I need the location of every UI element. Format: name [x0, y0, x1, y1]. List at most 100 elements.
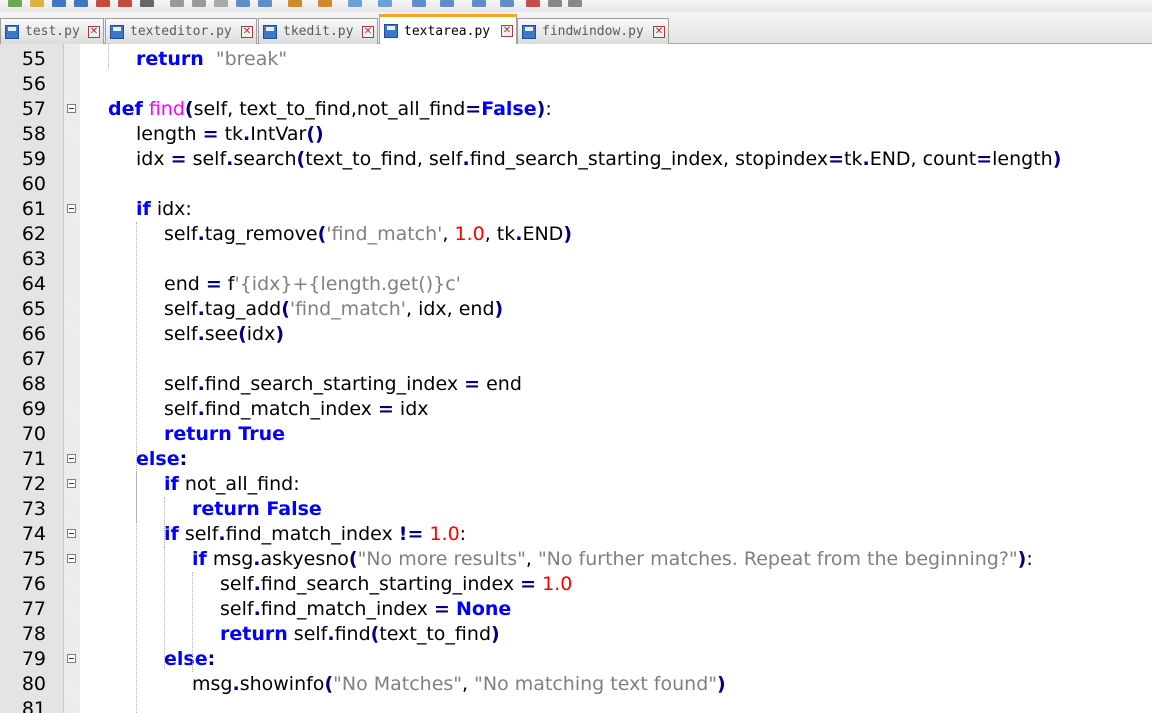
save-file-icon — [5, 24, 19, 39]
code-line[interactable]: 62 self.tag_remove('find_match', 1.0, tk.… — [0, 222, 1152, 247]
zoom-in-icon[interactable] — [348, 0, 362, 7]
code-line[interactable]: 63 — [0, 247, 1152, 272]
word-wrap-icon[interactable] — [440, 0, 454, 7]
code-token: = — [464, 373, 481, 395]
sync-scroll-icon[interactable] — [412, 0, 426, 7]
code-token: , idx, end — [406, 298, 495, 320]
code-token: tag_add — [204, 298, 282, 320]
code-token: find_search_starting_index, stopindex — [469, 148, 829, 170]
code-line[interactable]: 71 else: — [0, 447, 1152, 472]
line-number: 71 — [21, 448, 46, 470]
undo-icon[interactable] — [236, 0, 250, 7]
fold-collapse-icon[interactable] — [67, 529, 76, 538]
play-macro-icon[interactable] — [568, 0, 582, 7]
code-token: msg — [206, 548, 254, 570]
code-line[interactable]: 59 idx = self.search(text_to_find, self.f… — [0, 147, 1152, 172]
code-line[interactable]: 72 if not_all_find: — [0, 472, 1152, 497]
tab-close-icon[interactable]: ✕ — [362, 25, 374, 38]
close-all-icon[interactable] — [118, 0, 132, 7]
tab-close-icon[interactable]: ✕ — [653, 25, 665, 38]
new-file-icon[interactable] — [8, 0, 22, 7]
code-token: 'find_match' — [326, 223, 443, 245]
tab-texteditor-py[interactable]: texteditor.py ✕ — [105, 18, 257, 44]
tab-tkedit-py[interactable]: tkedit.py ✕ — [258, 18, 378, 44]
code-text: return self.find(text_to_find) — [220, 622, 500, 647]
code-token: : — [545, 98, 552, 120]
replace-icon[interactable] — [318, 0, 332, 7]
code-token: = — [202, 123, 219, 145]
tab-test-py[interactable]: test.py ✕ — [0, 18, 104, 44]
copy-icon[interactable] — [192, 0, 206, 7]
code-line[interactable]: 73 return False — [0, 497, 1152, 522]
code-token: ) — [275, 323, 285, 345]
code-line[interactable]: 67 — [0, 347, 1152, 372]
record-macro-icon[interactable] — [526, 0, 540, 7]
tab-textarea-py[interactable]: textarea.py ✕ — [379, 14, 517, 45]
code-line[interactable]: 65 self.tag_add('find_match', idx, end) — [0, 297, 1152, 322]
paste-icon[interactable] — [214, 0, 228, 7]
code-token: = — [520, 573, 537, 595]
code-line[interactable]: 80 msg.showinfo("No Matches", "No matchin… — [0, 672, 1152, 697]
code-line[interactable]: 69 self.find_match_index = idx — [0, 397, 1152, 422]
code-line[interactable]: 75 if msg.askyesno("No more results", "No… — [0, 547, 1152, 572]
code-token: = — [465, 98, 482, 120]
code-token: 1.0 — [454, 223, 485, 245]
open-file-icon[interactable] — [30, 0, 44, 7]
indent-guide-icon[interactable] — [500, 0, 514, 7]
code-line[interactable]: 58 length = tk.IntVar() — [0, 122, 1152, 147]
stop-macro-icon[interactable] — [548, 0, 562, 7]
cut-icon[interactable] — [170, 0, 184, 7]
fold-collapse-icon[interactable] — [67, 104, 76, 113]
tab-close-icon[interactable]: ✕ — [501, 25, 513, 37]
code-line[interactable]: 68 self.find_search_starting_index = end — [0, 372, 1152, 397]
code-line[interactable]: 77 self.find_match_index = None — [0, 597, 1152, 622]
code-token: END — [522, 223, 564, 245]
fold-collapse-icon[interactable] — [67, 479, 76, 488]
code-text: if not_all_find: — [164, 472, 300, 497]
tab-label: textarea.py — [404, 23, 491, 39]
code-token: self — [164, 323, 198, 345]
code-line[interactable]: 55 return "break" — [0, 47, 1152, 72]
code-token: find — [148, 98, 185, 120]
print-icon[interactable] — [140, 0, 154, 7]
code-text: if self.find_match_index != 1.0: — [164, 522, 466, 547]
fold-collapse-icon[interactable] — [67, 204, 76, 213]
code-token: ) — [536, 98, 546, 120]
code-line[interactable]: 70 return True — [0, 422, 1152, 447]
find-icon[interactable] — [288, 0, 302, 7]
code-line[interactable]: 57 def find(self, text_to_find,not_all_fi… — [0, 97, 1152, 122]
code-line[interactable]: 74 if self.find_match_index != 1.0: — [0, 522, 1152, 547]
save-icon[interactable] — [52, 0, 66, 7]
code-line[interactable]: 76 self.find_search_starting_index = 1.0 — [0, 572, 1152, 597]
code-line[interactable]: 66 self.see(idx) — [0, 322, 1152, 347]
tab-label: texteditor.py — [130, 24, 232, 39]
code-line[interactable]: 60 — [0, 172, 1152, 197]
code-token: : — [179, 448, 188, 470]
tab-findwindow-py[interactable]: findwindow.py ✕ — [517, 18, 669, 44]
tab-close-icon[interactable]: ✕ — [241, 25, 253, 38]
fold-collapse-icon[interactable] — [67, 454, 76, 463]
tab-close-icon[interactable]: ✕ — [88, 25, 100, 38]
close-icon[interactable] — [96, 0, 110, 7]
code-line[interactable]: 61 if idx: — [0, 197, 1152, 222]
save-all-icon[interactable] — [74, 0, 88, 7]
code-line[interactable]: 78 return self.find(text_to_find) — [0, 622, 1152, 647]
code-line[interactable]: 56 — [0, 72, 1152, 97]
code-line[interactable]: 81 — [0, 697, 1152, 713]
zoom-out-icon[interactable] — [378, 0, 392, 7]
code-text: return "break" — [136, 47, 287, 72]
code-editor[interactable]: 55 return "break" 56 57 def find(self, text_… — [0, 44, 1152, 713]
code-token: ( — [324, 673, 334, 695]
show-all-chars-icon[interactable] — [472, 0, 486, 7]
line-number: 56 — [21, 73, 46, 95]
line-number: 62 — [21, 223, 46, 245]
line-number: 74 — [21, 523, 46, 545]
redo-icon[interactable] — [258, 0, 272, 7]
code-line[interactable]: 79 else: — [0, 647, 1152, 672]
code-line[interactable]: 64 end = f'{idx}+{length.get()}c' — [0, 272, 1152, 297]
fold-collapse-icon[interactable] — [67, 654, 76, 663]
code-token: find_match_index — [204, 398, 378, 420]
code-token: f — [221, 273, 235, 295]
fold-collapse-icon[interactable] — [67, 554, 76, 563]
code-text: if msg.askyesno("No more results", "No f… — [192, 547, 1033, 572]
